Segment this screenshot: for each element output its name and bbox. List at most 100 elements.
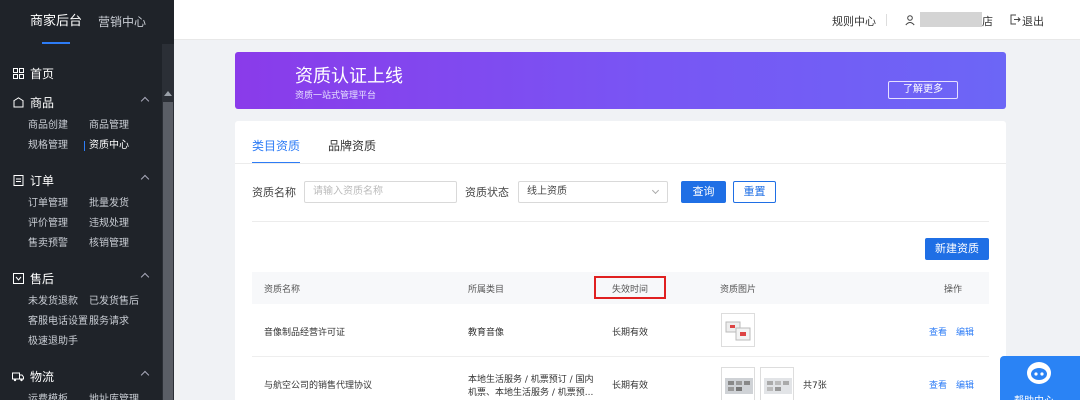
row-expire: 长期有效 xyxy=(612,328,649,338)
nav-aftersale-label: 售后 xyxy=(30,271,55,286)
nav-aftersale-items: 未发货退款 已发货售后 客服电话设置 服务请求 极速退助手 xyxy=(0,292,162,352)
learn-more-button[interactable]: 了解更多 xyxy=(888,81,958,99)
qualification-image-thumbnail[interactable] xyxy=(721,367,755,400)
promo-banner: 资质认证上线 资质一站式管理平台 了解更多 xyxy=(235,52,1006,109)
col-header-category: 所属类目 xyxy=(468,285,505,295)
filter-divider xyxy=(252,221,989,222)
row-qualification-name: 与航空公司的销售代理协议 xyxy=(264,381,373,391)
help-center-label: 帮助中心 xyxy=(1014,392,1054,400)
sidebar-header: 商家后台 营销中心 xyxy=(0,0,174,44)
qualification-image-thumbnail[interactable] xyxy=(760,367,794,400)
nav-item-service-phone[interactable]: 客服电话设置 xyxy=(28,312,89,332)
col-header-name: 资质名称 xyxy=(264,285,301,295)
nav-group-home: 首页 xyxy=(0,58,162,88)
nav-item-freight-template[interactable]: 运费模板 xyxy=(28,390,89,400)
qualification-tabs: 类目资质 品牌资质 xyxy=(252,137,404,164)
user-name-suffix[interactable]: 店 xyxy=(982,13,993,29)
nav-item-qualification-center[interactable]: 资质中心 xyxy=(84,136,159,156)
sidebar-scrollbar[interactable] xyxy=(162,44,174,400)
nav-item-order-manage[interactable]: 订单管理 xyxy=(28,194,89,214)
chevron-up-icon[interactable] xyxy=(140,174,150,184)
tabs-divider xyxy=(235,163,1006,164)
row-expire: 长期有效 xyxy=(612,381,649,391)
nav-item-home[interactable]: 首页 xyxy=(0,58,162,88)
user-name-redacted[interactable] xyxy=(920,12,982,27)
chevron-up-icon[interactable] xyxy=(140,370,150,380)
nav-item-verify-manage[interactable]: 核销管理 xyxy=(89,234,159,254)
nav-item-unshipped-refund[interactable]: 未发货退款 xyxy=(28,292,89,312)
nav-item-violation[interactable]: 违规处理 xyxy=(89,214,159,234)
truck-icon xyxy=(12,370,24,382)
nav-group-goods: 商品 商品创建 商品管理 规格管理 资质中心 xyxy=(0,88,162,156)
table-row: 音像制品经营许可证 教育音像 长期有效 查看 编辑 xyxy=(252,304,989,357)
view-link[interactable]: 查看 xyxy=(929,325,947,338)
topbar-divider xyxy=(886,14,887,26)
nav-group-logistics: 物流 运费模板 地址库管理 xyxy=(0,362,162,400)
reset-button[interactable]: 重置 xyxy=(733,181,776,203)
rules-center-link[interactable]: 规则中心 xyxy=(832,13,876,29)
nav-item-goods-create[interactable]: 商品创建 xyxy=(28,116,89,136)
nav-goods-items: 商品创建 商品管理 规格管理 资质中心 xyxy=(0,116,162,156)
nav-item-address-library[interactable]: 地址库管理 xyxy=(89,390,159,400)
nav-item-shipped-aftersale[interactable]: 已发货售后 xyxy=(89,292,159,312)
nav-item-batch-ship[interactable]: 批量发货 xyxy=(89,194,159,214)
shop-icon xyxy=(12,96,24,108)
chevron-down-icon xyxy=(651,186,660,195)
tab-category-qualification[interactable]: 类目资质 xyxy=(252,137,301,164)
table-row: 与航空公司的销售代理协议 本地生活服务 / 机票预订 / 国内 机票、本地生活服… xyxy=(252,358,989,400)
nav-group-aftersale: 售后 未发货退款 已发货售后 客服电话设置 服务请求 极速退助手 xyxy=(0,264,162,352)
tab-marketing-center[interactable]: 营销中心 xyxy=(98,0,146,44)
nav-head-aftersale[interactable]: 售后 xyxy=(0,264,162,292)
row-category: 教育音像 xyxy=(468,328,505,338)
nav-item-spec-manage[interactable]: 规格管理 xyxy=(28,136,89,156)
edit-link[interactable]: 编辑 xyxy=(956,378,974,391)
nav-item-fast-refund[interactable]: 极速退助手 xyxy=(28,332,89,352)
row-category: 本地生活服务 / 机票预订 / 国内 xyxy=(468,375,594,385)
tab-merchant-backend[interactable]: 商家后台 xyxy=(30,0,82,44)
nav-head-logistics[interactable]: 物流 xyxy=(0,362,162,390)
active-tab-underline xyxy=(42,42,71,44)
chevron-up-icon[interactable] xyxy=(140,96,150,106)
aftersale-icon xyxy=(12,272,24,284)
sidebar-nav: 首页 商品 商品创建 商品管理 规格管理 资质中心 订单 订单管理 批量发货 评… xyxy=(0,58,162,400)
tab-merchant-backend-label: 商家后台 xyxy=(30,14,83,29)
banner-subtitle: 资质一站式管理平台 xyxy=(295,91,377,101)
nav-item-service-request[interactable]: 服务请求 xyxy=(89,312,159,332)
image-count: 共7张 xyxy=(803,381,827,391)
tab-brand-qualification[interactable]: 品牌资质 xyxy=(328,137,376,163)
col-header-images: 资质图片 xyxy=(720,285,757,295)
nav-item-goods-manage[interactable]: 商品管理 xyxy=(89,116,159,136)
query-button[interactable]: 查询 xyxy=(681,181,726,203)
robot-assistant-icon xyxy=(1027,362,1051,384)
scrollbar-thumb[interactable] xyxy=(163,102,173,400)
qualification-status-select[interactable]: 线上资质 xyxy=(518,181,668,203)
nav-logistics-label: 物流 xyxy=(30,369,55,384)
nav-goods-label: 商品 xyxy=(30,95,55,110)
row-qualification-name: 音像制品经营许可证 xyxy=(264,328,346,338)
view-link[interactable]: 查看 xyxy=(929,378,947,391)
scroll-up-arrow-icon[interactable] xyxy=(164,91,172,96)
nav-item-sale-warning[interactable]: 售卖预警 xyxy=(28,234,89,254)
name-filter-label: 资质名称 xyxy=(252,186,296,199)
qualification-name-input[interactable]: 请输入资质名称 xyxy=(304,181,457,203)
highlight-annotation-box xyxy=(594,276,666,299)
qualification-image-thumbnail[interactable] xyxy=(721,313,755,347)
status-filter-label: 资质状态 xyxy=(465,186,509,199)
banner-title: 资质认证上线 xyxy=(295,66,403,87)
chevron-up-icon[interactable] xyxy=(140,272,150,282)
logout-icon xyxy=(1010,14,1021,25)
nav-orders-items: 订单管理 批量发货 评价管理 违规处理 售卖预警 核销管理 xyxy=(0,194,162,254)
nav-item-review-manage[interactable]: 评价管理 xyxy=(28,214,89,234)
help-center-button[interactable]: 帮助中心 xyxy=(1000,356,1080,400)
sidebar: 商家后台 营销中心 首页 商品 商品创建 商品管理 规格管理 资质中心 订单 订… xyxy=(0,0,174,400)
nav-group-orders: 订单 订单管理 批量发货 评价管理 违规处理 售卖预警 核销管理 xyxy=(0,166,162,254)
new-qualification-button[interactable]: 新建资质 xyxy=(925,238,989,260)
nav-home-label: 首页 xyxy=(30,66,55,81)
nav-head-orders[interactable]: 订单 xyxy=(0,166,162,194)
row-category-line2: 机票、本地生活服务 / 机票预... xyxy=(468,388,594,398)
edit-link[interactable]: 编辑 xyxy=(956,325,974,338)
logout-link[interactable]: 退出 xyxy=(1022,13,1044,29)
qualification-card: 类目资质 品牌资质 资质名称 请输入资质名称 资质状态 线上资质 查询 重置 新… xyxy=(235,121,1006,400)
nav-orders-label: 订单 xyxy=(30,173,55,188)
nav-head-goods[interactable]: 商品 xyxy=(0,88,162,116)
